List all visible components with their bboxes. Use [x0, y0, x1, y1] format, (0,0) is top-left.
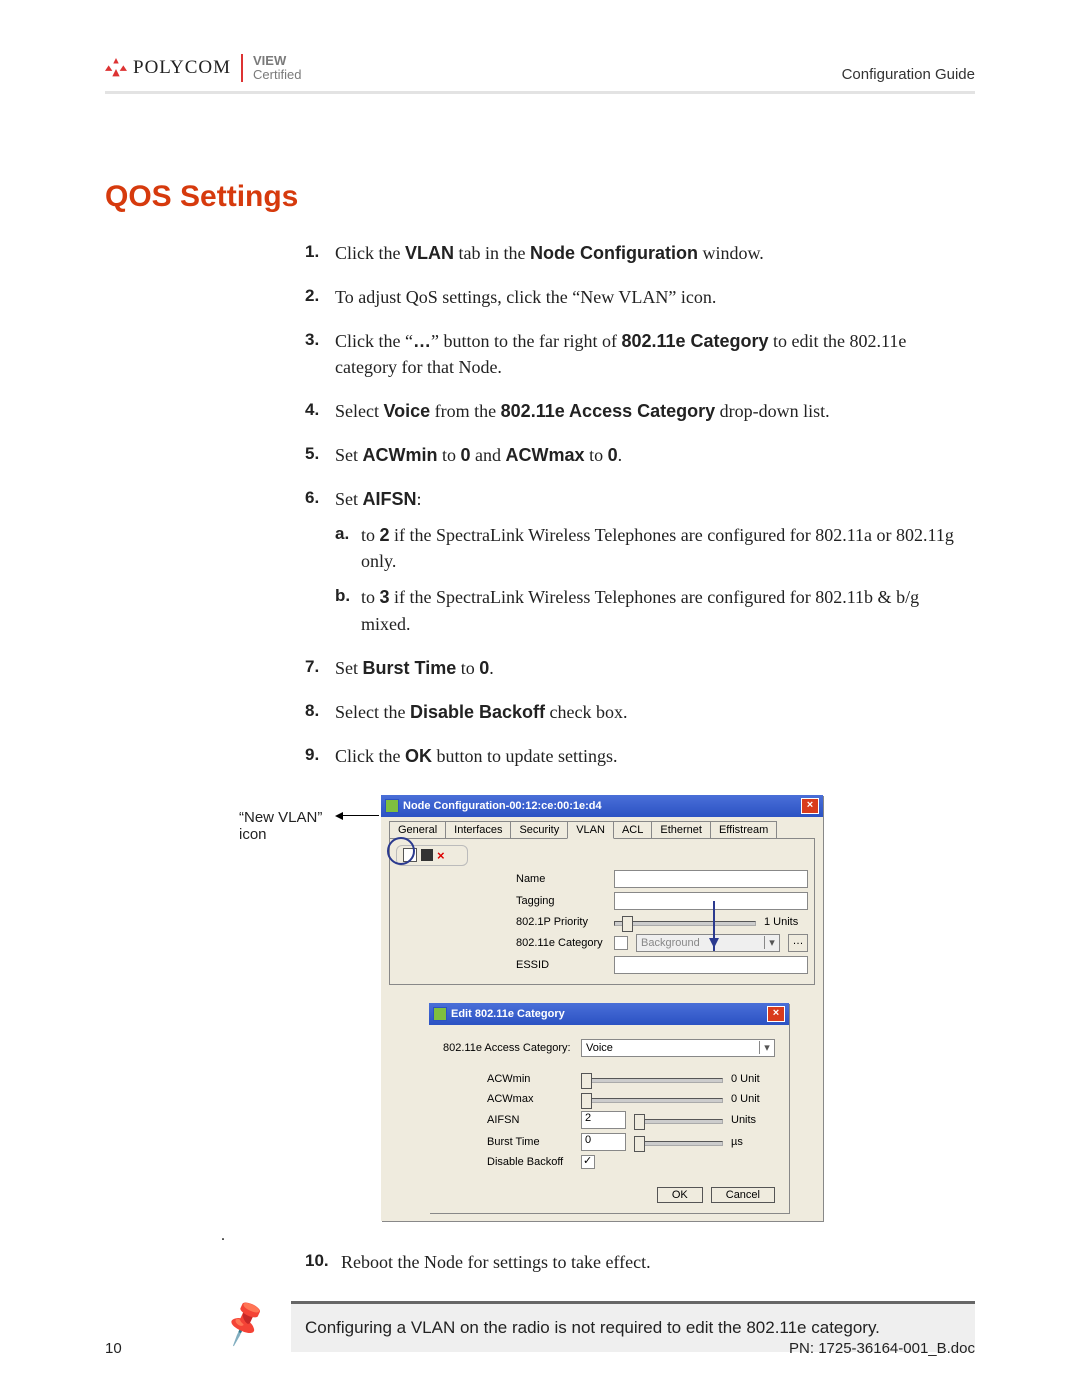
outer-window-titlebar: Node Configuration-00:12:ce:00:1e:d4 ×: [381, 795, 823, 817]
tab-general[interactable]: General: [389, 821, 446, 838]
trailing-period: .: [221, 1227, 975, 1245]
node-configuration-window: Node Configuration-00:12:ce:00:1e:d4 × G…: [381, 795, 823, 1221]
brand-block: POLYCOM VIEW Certified: [105, 54, 301, 83]
chevron-down-icon: ▾: [764, 936, 779, 949]
row-acwmax: ACWmax 0 Unit: [487, 1091, 775, 1107]
brand-separator: [241, 54, 243, 82]
row-access-category: 802.11e Access Category: Voice ▾: [443, 1039, 775, 1057]
callout-arrow-icon: [339, 815, 379, 817]
brand-name: POLYCOM: [133, 57, 231, 79]
page-footer: 10 PN: 1725-36164-001_B.doc: [105, 1340, 975, 1357]
part-number: PN: 1725-36164-001_B.doc: [789, 1340, 975, 1357]
priority-slider[interactable]: [614, 914, 756, 930]
polycom-logo-icon: [105, 58, 127, 78]
tab-bar: General Interfaces Security VLAN ACL Eth…: [389, 821, 815, 839]
step-6b: b. to 3 if the SpectraLink Wireless Tele…: [335, 584, 961, 636]
outer-window-title: Node Configuration-00:12:ce:00:1e:d4: [403, 800, 602, 812]
category-more-button[interactable]: …: [788, 934, 808, 952]
step-3: 3. Click the “…” button to the far right…: [305, 328, 975, 398]
page-number: 10: [105, 1340, 122, 1357]
doc-type-label: Configuration Guide: [842, 66, 975, 83]
burst-time-slider[interactable]: [634, 1134, 723, 1150]
disable-backoff-checkbox[interactable]: ✓: [581, 1155, 595, 1169]
cancel-button[interactable]: Cancel: [711, 1187, 775, 1203]
essid-input[interactable]: [614, 956, 808, 974]
steps-list: 1. Click the VLAN tab in the Node Config…: [305, 240, 975, 787]
row-priority: 802.1P Priority 1 Units: [516, 914, 808, 930]
row-aifsn: AIFSN 2 Units: [487, 1111, 775, 1129]
edit-category-window: Edit 802.11e Category × 802.11e Access C…: [429, 1003, 789, 1213]
tab-vlan[interactable]: VLAN: [567, 821, 614, 839]
step-7: 7. Set Burst Time to 0.: [305, 655, 975, 699]
access-category-dropdown[interactable]: Voice ▾: [581, 1039, 775, 1057]
step-6: 6. Set AIFSN: a. to 2 if the SpectraLink…: [305, 486, 975, 654]
screenshot-figure: “New VLAN” icon Node Configuration-00:12…: [223, 795, 823, 1221]
category-checkbox[interactable]: [614, 936, 628, 950]
step-8: 8. Select the Disable Backoff check box.: [305, 699, 975, 743]
inner-window-titlebar: Edit 802.11e Category ×: [429, 1003, 789, 1025]
category-dropdown[interactable]: Background ▾: [636, 934, 780, 952]
acwmax-slider[interactable]: [581, 1091, 723, 1107]
acwmin-slider[interactable]: [581, 1071, 723, 1087]
close-icon[interactable]: ×: [767, 1006, 785, 1022]
vlan-tab-page: × Name Tagging 80: [389, 839, 815, 985]
section-title: QOS Settings: [105, 180, 975, 214]
row-burst-time: Burst Time 0 µs: [487, 1133, 775, 1151]
step-10: 10. Reboot the Node for settings to take…: [305, 1249, 975, 1289]
certification-label: VIEW Certified: [253, 54, 301, 83]
aifsn-input[interactable]: 2: [581, 1111, 626, 1129]
inner-window-title: Edit 802.11e Category: [451, 1008, 565, 1020]
row-acwmin: ACWmin 0 Unit: [487, 1071, 775, 1087]
burst-time-input[interactable]: 0: [581, 1133, 626, 1151]
step-6a: a. to 2 if the SpectraLink Wireless Tele…: [335, 522, 961, 574]
row-disable-backoff: Disable Backoff ✓: [487, 1155, 775, 1169]
close-icon[interactable]: ×: [801, 798, 819, 814]
step-2: 2. To adjust QoS settings, click the “Ne…: [305, 284, 975, 328]
step-4: 4. Select Voice from the 802.11e Access …: [305, 398, 975, 442]
tab-effistream[interactable]: Effistream: [710, 821, 777, 838]
window-icon: [385, 799, 399, 813]
row-name: Name: [516, 870, 808, 888]
tab-security[interactable]: Security: [510, 821, 568, 838]
annotation-arrow-icon: [713, 901, 715, 951]
tagging-input[interactable]: [614, 892, 808, 910]
step-1: 1. Click the VLAN tab in the Node Config…: [305, 240, 975, 284]
aifsn-slider[interactable]: [634, 1112, 723, 1128]
row-category: 802.11e Category Background ▾ …: [516, 934, 808, 952]
window-icon: [433, 1007, 447, 1021]
step-9: 9. Click the OK button to update setting…: [305, 743, 975, 787]
tab-acl[interactable]: ACL: [613, 821, 652, 838]
delete-icon[interactable]: ×: [437, 848, 445, 863]
chevron-down-icon: ▾: [759, 1041, 774, 1054]
ok-button[interactable]: OK: [657, 1187, 703, 1203]
annotation-circle-icon: [387, 837, 415, 865]
check-icon: ✓: [583, 1154, 592, 1167]
name-input[interactable]: [614, 870, 808, 888]
step-5: 5. Set ACWmin to 0 and ACWmax to 0.: [305, 442, 975, 486]
save-icon[interactable]: [421, 849, 433, 861]
row-essid: ESSID: [516, 956, 808, 974]
tab-ethernet[interactable]: Ethernet: [651, 821, 711, 838]
tab-interfaces[interactable]: Interfaces: [445, 821, 511, 838]
row-tagging: Tagging: [516, 892, 808, 910]
page-header: POLYCOM VIEW Certified Configuration Gui…: [105, 54, 975, 94]
